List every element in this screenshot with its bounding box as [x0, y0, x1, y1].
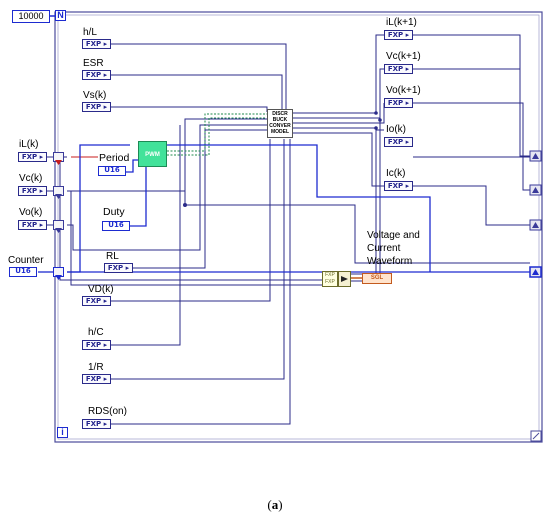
bundle-node[interactable]: FXP FXP [322, 271, 338, 287]
waveform-label-line-1: Voltage and [367, 230, 420, 241]
waveform-label-line-3: Waveform [367, 256, 413, 267]
state-terminal-vo[interactable]: FXP ▸ [18, 220, 47, 230]
arrow-right-icon [341, 276, 348, 282]
shift-down-icon [55, 194, 62, 199]
waveform-indicator[interactable]: SGL [362, 273, 392, 284]
shift-down-icon [55, 275, 62, 280]
loop-count-constant[interactable]: 10000 [12, 10, 50, 23]
loop-count-terminal: N [55, 10, 66, 21]
period-label: Period [99, 152, 130, 164]
shift-down-icon [55, 228, 62, 233]
output-indicator-il-next[interactable]: FXP ▸ [384, 30, 413, 40]
output-indicator-vo-next[interactable]: FXP ▸ [384, 98, 413, 108]
figure-caption: (a) [0, 497, 550, 513]
duty-terminal[interactable]: U16 [102, 221, 130, 231]
input-label-hl: h/L [83, 27, 97, 38]
output-label-il-next: iL(k+1) [386, 17, 417, 28]
state-label-vc: Vc(k) [19, 173, 43, 184]
state-terminal-vc[interactable]: FXP ▸ [18, 186, 47, 196]
shift-register-counter [53, 267, 64, 280]
duty-label: Duty [103, 206, 125, 218]
output-label-vc-next: Vc(k+1) [386, 51, 421, 62]
input-terminal-1r[interactable]: FXP ▸ [82, 374, 111, 384]
output-indicator-ic[interactable]: FXP ▸ [384, 181, 413, 191]
input-terminal-hc[interactable]: FXP ▸ [82, 340, 111, 350]
input-terminal-esr[interactable]: FXP ▸ [82, 70, 111, 80]
counter-label: Counter [8, 255, 44, 266]
input-terminal-vd[interactable]: FXP ▸ [82, 296, 111, 306]
input-terminal-hl[interactable]: FXP ▸ [82, 39, 111, 49]
input-label-hc: h/C [88, 327, 104, 338]
pwm-subvi[interactable]: PWM [138, 141, 167, 167]
model-line-4: MODEL [270, 129, 290, 135]
input-label-1r: 1/R [88, 362, 104, 373]
input-terminal-vs[interactable]: FXP ▸ [82, 102, 111, 112]
output-indicator-vc-next[interactable]: FXP ▸ [384, 64, 413, 74]
output-label-ic: Ic(k) [386, 168, 406, 179]
state-label-il: iL(k) [19, 139, 39, 150]
output-label-io: Io(k) [386, 124, 406, 135]
input-label-esr: ESR [83, 58, 104, 69]
input-label-rds: RDS(on) [88, 406, 127, 417]
counter-terminal[interactable]: U16 [9, 267, 37, 277]
bundle-input-1: FXP [325, 272, 335, 278]
shift-register-vc [53, 186, 64, 199]
input-terminal-rds[interactable]: FXP ▸ [82, 419, 111, 429]
caption-close: ) [278, 497, 283, 512]
input-label-vd: VD(k) [88, 284, 114, 295]
state-label-vo: Vo(k) [19, 207, 43, 218]
shift-register-il [53, 152, 64, 165]
period-terminal[interactable]: U16 [98, 166, 126, 176]
state-terminal-il[interactable]: FXP ▸ [18, 152, 47, 162]
input-label-vs: Vs(k) [83, 90, 107, 101]
input-label-rl: RL [106, 251, 119, 262]
bundle-input-2: FXP [325, 279, 335, 285]
build-waveform-node[interactable] [338, 271, 351, 287]
waveform-label-line-2: Current [367, 243, 401, 254]
buck-converter-model-subvi[interactable]: DISCR BUCK CONVER MODEL [267, 109, 293, 138]
shift-register-vo [53, 220, 64, 233]
output-indicator-io[interactable]: FXP ▸ [384, 137, 413, 147]
input-terminal-rl[interactable]: FXP ▸ [104, 263, 133, 273]
shift-down-icon [55, 160, 62, 165]
output-label-vo-next: Vo(k+1) [386, 85, 421, 96]
iteration-terminal: i [57, 427, 68, 438]
